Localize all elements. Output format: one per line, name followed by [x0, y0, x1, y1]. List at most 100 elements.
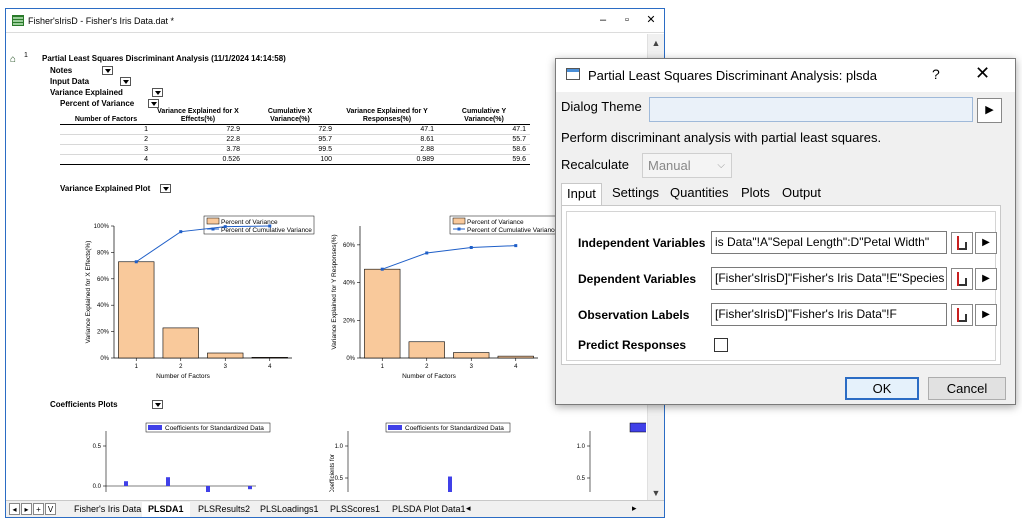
- cell[interactable]: 95.7: [244, 134, 336, 145]
- tab-input[interactable]: Input: [561, 183, 602, 206]
- cell[interactable]: 3.78: [152, 144, 244, 155]
- legend-marker: [457, 227, 461, 231]
- cell[interactable]: 47.1: [336, 124, 438, 135]
- cell[interactable]: 72.9: [244, 124, 336, 135]
- coef-chart-1[interactable]: Coefficients for Standardized Data 0.5 0.0: [76, 419, 276, 492]
- tab-plots[interactable]: Plots: [736, 183, 775, 205]
- add-sheet-button[interactable]: +: [33, 503, 44, 515]
- tab-quantities[interactable]: Quantities: [665, 183, 734, 205]
- sheet-tab-plsscores1[interactable]: PLSScores1: [324, 502, 386, 517]
- cell[interactable]: 99.5: [244, 144, 336, 155]
- legend-label: Coefficients for Standardized Data: [405, 425, 504, 432]
- ok-button[interactable]: OK: [845, 377, 919, 400]
- dialog-theme-label: Dialog Theme: [561, 99, 642, 114]
- scroll-up-icon[interactable]: ▲: [651, 38, 661, 48]
- cell[interactable]: 55.7: [438, 134, 530, 145]
- y-tick-label: 20%: [97, 330, 110, 336]
- coef-chart-2[interactable]: Coefficients for Standardized Data 1.0 0.5…: [324, 419, 524, 492]
- y-tick-label: 100%: [94, 224, 110, 230]
- independent-menu-arrow-icon[interactable]: ▶: [975, 232, 997, 254]
- variance-plot-dropdown[interactable]: [160, 184, 171, 193]
- dialog-theme-arrow-button[interactable]: ▶: [977, 98, 1002, 123]
- table-row[interactable]: 1 72.9 72.9 47.1 47.1: [60, 124, 530, 135]
- predict-responses-checkbox[interactable]: [714, 338, 728, 352]
- col-cumulative-y: Cumulative Y Variance(%): [438, 108, 530, 125]
- input-data-dropdown[interactable]: [120, 77, 131, 86]
- chart-x-variance[interactable]: Percent of VariancePercent of Cumulative…: [76, 204, 316, 384]
- coefficients-plots-dropdown[interactable]: [152, 400, 163, 409]
- y-tick-label: 40%: [343, 281, 356, 287]
- table-row[interactable]: 3 3.78 99.5 2.88 58.6: [60, 144, 530, 155]
- cell[interactable]: 72.9: [152, 124, 244, 135]
- notes-dropdown[interactable]: [102, 66, 113, 75]
- cell[interactable]: 22.8: [152, 134, 244, 145]
- tab-settings[interactable]: Settings: [607, 183, 664, 205]
- dependent-variables-input[interactable]: [Fisher'sIrisD]"Fisher's Iris Data"!E"Sp…: [711, 267, 947, 290]
- table-row[interactable]: 4 0.526 100 0.989 59.6: [60, 154, 530, 165]
- bar: [453, 352, 490, 359]
- y-tick-label: 0.5: [577, 476, 586, 482]
- maximize-button[interactable]: ▫: [618, 13, 636, 27]
- cell[interactable]: 58.6: [438, 144, 530, 155]
- column-picker-icon[interactable]: [951, 232, 973, 254]
- cell[interactable]: 2: [60, 134, 152, 145]
- observation-labels-input[interactable]: [Fisher'sIrisD]"Fisher's Iris Data"!F: [711, 303, 947, 326]
- table-row[interactable]: 2 22.8 95.7 8.61 55.7: [60, 134, 530, 145]
- dialog-close-button[interactable]: ✕: [975, 63, 990, 84]
- cell[interactable]: 1: [60, 124, 152, 135]
- cell[interactable]: 8.61: [336, 134, 438, 145]
- independent-variables-input[interactable]: is Data"!A"Sepal Length":D"Petal Width": [711, 231, 947, 254]
- scroll-right-icon[interactable]: ▸: [632, 503, 642, 514]
- cell[interactable]: 0.526: [152, 154, 244, 165]
- coefficients-plots-label[interactable]: Coefficients Plots: [50, 400, 118, 409]
- x-tick-label: 4: [268, 364, 272, 370]
- dialog-theme-input[interactable]: [649, 97, 973, 122]
- tree-percent-of-variance[interactable]: Percent of Variance: [60, 99, 134, 108]
- help-button[interactable]: ?: [932, 66, 940, 82]
- cell[interactable]: 2.88: [336, 144, 438, 155]
- y-tick-label: 60%: [97, 277, 110, 283]
- coef-chart-3[interactable]: 1.0 0.5: [566, 419, 646, 492]
- sheet-list-button[interactable]: V: [45, 503, 56, 515]
- tab-output[interactable]: Output: [777, 183, 826, 205]
- sheet-tab-plsresults2[interactable]: PLSResults2: [192, 502, 256, 517]
- x-axis-label: Number of Factors: [402, 373, 457, 380]
- line-point: [514, 244, 518, 248]
- cell[interactable]: 47.1: [438, 124, 530, 135]
- sheet-tab-plsda-plot-data1[interactable]: PLSDA Plot Data1: [386, 502, 472, 517]
- dependent-menu-arrow-icon[interactable]: ▶: [975, 268, 997, 290]
- workbook-title-bar[interactable]: Fisher'sIrisD - Fisher's Iris Data.dat *…: [6, 9, 664, 33]
- report: ⌂ 1 Partial Least Squares Discriminant A…: [6, 34, 647, 492]
- sheet-tab-plsloadings1[interactable]: PLSLoadings1: [254, 502, 325, 517]
- variance-explained-dropdown[interactable]: [152, 88, 163, 97]
- close-button[interactable]: ✕: [642, 13, 660, 27]
- scroll-down-icon[interactable]: ▼: [651, 488, 661, 498]
- independent-variables-label: Independent Variables: [578, 236, 706, 250]
- sheet-tab-fishers-iris-data[interactable]: Fisher's Iris Data: [68, 502, 147, 517]
- observation-menu-arrow-icon[interactable]: ▶: [975, 304, 997, 326]
- cell[interactable]: 3: [60, 144, 152, 155]
- next-sheet-button[interactable]: ▸: [21, 503, 32, 515]
- column-picker-icon[interactable]: [951, 304, 973, 326]
- cell[interactable]: 59.6: [438, 154, 530, 165]
- cell[interactable]: 0.989: [336, 154, 438, 165]
- y-tick-label: 60%: [343, 243, 356, 249]
- cell[interactable]: 4: [60, 154, 152, 165]
- legend-swatch-bar: [452, 217, 466, 225]
- scroll-left-icon[interactable]: ◂: [466, 503, 476, 514]
- cell[interactable]: 100: [244, 154, 336, 165]
- variance-plot-label[interactable]: Variance Explained Plot: [60, 184, 150, 193]
- sheet-tab-plsda1[interactable]: PLSDA1: [142, 502, 190, 517]
- dialog-title-bar[interactable]: Partial Least Squares Discriminant Analy…: [556, 59, 1015, 92]
- cancel-button[interactable]: Cancel: [928, 377, 1006, 400]
- tree-variance-explained[interactable]: Variance Explained: [50, 88, 123, 97]
- prev-sheet-button[interactable]: ◂: [9, 503, 20, 515]
- tree-notes[interactable]: Notes: [50, 66, 72, 75]
- y-tick-label: 40%: [97, 303, 110, 309]
- minimize-button[interactable]: –: [594, 13, 612, 27]
- chart-y-variance[interactable]: Percent of VariancePercent of Cumulative…: [322, 204, 562, 384]
- percent-of-variance-dropdown[interactable]: [148, 99, 159, 108]
- lock-icon[interactable]: ⌂: [10, 54, 21, 65]
- column-picker-icon[interactable]: [951, 268, 973, 290]
- tree-input-data[interactable]: Input Data: [50, 77, 89, 86]
